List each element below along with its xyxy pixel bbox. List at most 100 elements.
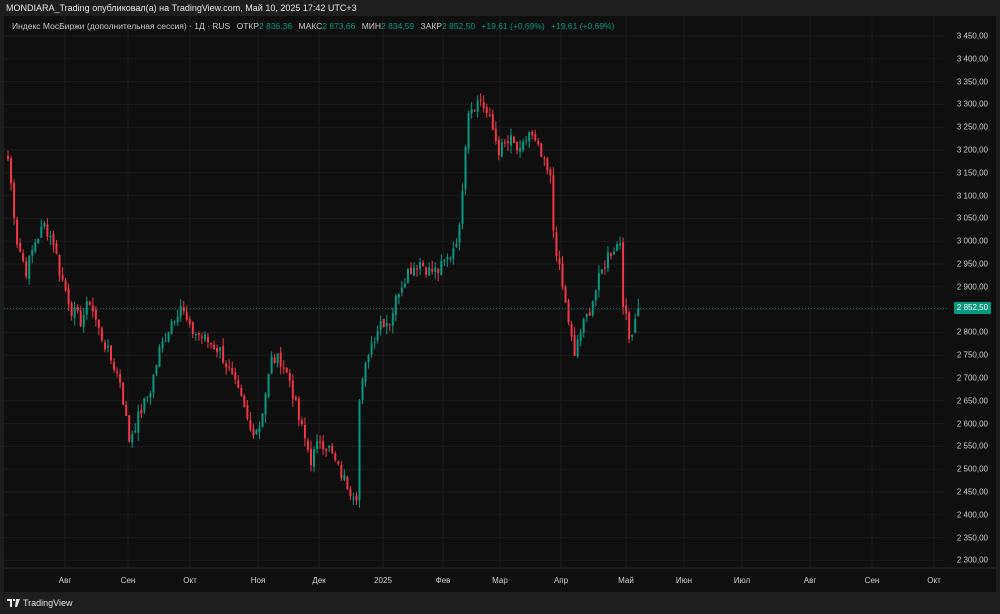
- close-value: 2 852,50: [441, 21, 476, 31]
- chart-canvas[interactable]: [4, 16, 996, 592]
- candle-body: [94, 309, 97, 320]
- tradingview-logo[interactable]: TradingView: [7, 598, 73, 608]
- candle-body: [328, 445, 331, 449]
- candle-body: [206, 336, 209, 343]
- time-tick-label: Май: [618, 576, 634, 585]
- tradingview-logo-icon: [7, 599, 20, 607]
- candle-body: [531, 131, 534, 136]
- change-value-2: +19,61 (+0,69%): [551, 21, 615, 31]
- publisher-text: MONDIARA_Trading опубликовал(а) на Tradi…: [6, 3, 357, 13]
- candle-body: [422, 262, 425, 266]
- price-tick-label: 2 950,00: [956, 259, 988, 269]
- candle-body: [237, 380, 240, 388]
- candle-body: [91, 305, 94, 312]
- candle-body: [176, 316, 179, 323]
- candle-body: [73, 307, 76, 318]
- candle-body: [149, 393, 152, 398]
- candle-body: [576, 339, 579, 357]
- price-tick-label: 2 700,00: [956, 373, 988, 383]
- candle-body: [258, 427, 261, 433]
- candle-body: [473, 110, 476, 112]
- time-tick-label: Фев: [435, 576, 451, 585]
- candle-body: [558, 258, 561, 265]
- candle-body: [34, 242, 37, 252]
- candle-body: [279, 352, 282, 367]
- price-tick-label: 3 300,00: [956, 99, 988, 109]
- candle-body: [170, 321, 173, 334]
- candle-body: [216, 348, 219, 352]
- price-tick-label: 2 800,00: [956, 327, 988, 337]
- candle-body: [603, 267, 606, 269]
- candle-body: [631, 334, 634, 337]
- candle-body: [106, 345, 109, 348]
- price-tick-label: 3 350,00: [956, 77, 988, 87]
- candle-body: [203, 334, 206, 340]
- tradingview-brand: TradingView: [23, 598, 73, 608]
- candle-body: [113, 362, 116, 371]
- candle-body: [131, 434, 134, 443]
- candle-body: [497, 139, 500, 156]
- candle-body: [440, 260, 443, 275]
- candle-body: [10, 158, 13, 184]
- candle-body: [194, 334, 197, 336]
- candle-body: [573, 335, 576, 356]
- publisher-header: MONDIARA_Trading опубликовал(а) на Tradi…: [0, 0, 1000, 16]
- candle-body: [231, 368, 234, 374]
- price-tick-label: 2 500,00: [956, 464, 988, 474]
- open-value: 2 836,36: [259, 21, 293, 31]
- candle-body: [370, 343, 373, 355]
- candle-body: [385, 322, 388, 327]
- candle-body: [400, 287, 403, 293]
- price-tick-label: 3 450,00: [956, 31, 988, 41]
- low-label: МИН: [361, 21, 382, 31]
- candle-body: [488, 114, 491, 116]
- candle-body: [119, 374, 122, 383]
- price-tick-label: 3 100,00: [956, 191, 988, 201]
- candle-body: [122, 382, 125, 405]
- candle-body: [137, 411, 140, 433]
- last-price-label: 2 852,50: [954, 302, 991, 315]
- footer-bar: TradingView: [0, 592, 1000, 614]
- candle-body: [379, 321, 382, 330]
- candle-body: [461, 191, 464, 224]
- candle-body: [437, 268, 440, 274]
- candle-body: [164, 340, 167, 342]
- price-tick-label: 2 750,00: [956, 350, 988, 360]
- candle-body: [55, 243, 58, 254]
- candle-body: [388, 324, 391, 326]
- candle-body: [213, 344, 216, 350]
- candle-body: [513, 136, 516, 144]
- candle-body: [509, 135, 512, 146]
- candle-body: [155, 364, 158, 375]
- time-tick-label: Мар: [492, 576, 508, 585]
- candle-body: [243, 395, 246, 408]
- symbol-title[interactable]: Индекс МосБиржи (дополнительная сессия) …: [12, 21, 230, 31]
- candle-body: [40, 226, 43, 238]
- candle-body: [13, 182, 16, 218]
- candle-body: [467, 113, 470, 149]
- candle-body: [525, 140, 528, 142]
- candle-body: [337, 461, 340, 465]
- time-tick-label: Сен: [864, 576, 880, 585]
- candle-body: [600, 269, 603, 274]
- time-tick-label: 2025: [374, 576, 392, 585]
- candle-body: [252, 428, 255, 436]
- low-value: 2 834,59: [381, 21, 415, 31]
- candle-body: [376, 331, 379, 341]
- candle-body: [594, 290, 597, 301]
- high-label: МАКС: [298, 21, 323, 31]
- candle-body: [25, 261, 28, 277]
- candle-body: [288, 373, 291, 382]
- candle-body: [134, 430, 137, 433]
- candle-body: [228, 366, 231, 368]
- candle-body: [582, 319, 585, 333]
- candle-body: [43, 223, 46, 227]
- candle-body: [291, 380, 294, 399]
- chart-pane[interactable]: Индекс МосБиржи (дополнительная сессия) …: [4, 16, 996, 592]
- time-tick-label: Авг: [58, 576, 72, 585]
- candle-body: [367, 355, 370, 362]
- close-label: ЗАКР: [420, 21, 442, 31]
- price-tick-label: 2 650,00: [956, 396, 988, 406]
- candle-body: [249, 419, 252, 430]
- candle-body: [406, 269, 409, 283]
